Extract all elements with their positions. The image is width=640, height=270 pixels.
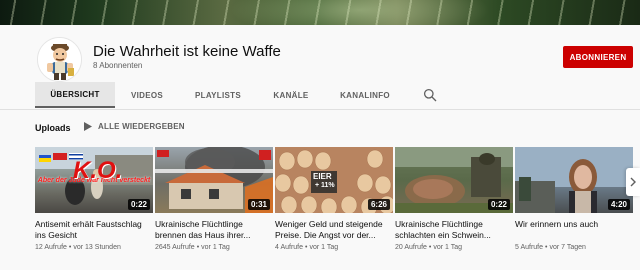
video-title[interactable]: Weniger Geld und steigende Preise. Die A… xyxy=(275,219,393,241)
thumbnail-price-label: + 11% xyxy=(315,182,335,189)
video-title[interactable]: Wir erinnern uns auch xyxy=(515,219,633,241)
video-duration: 0:22 xyxy=(487,199,510,210)
play-all-label: ALLE WIEDERGEBEN xyxy=(98,122,185,131)
video-duration: 0:22 xyxy=(127,199,150,210)
video-duration: 6:26 xyxy=(367,199,390,210)
search-icon[interactable] xyxy=(423,88,437,102)
video-thumbnail[interactable]: EIER + 11% 6:26 xyxy=(275,147,393,213)
upload-age: vor 1 Tag xyxy=(201,244,230,251)
video-thumbnail[interactable]: 0:22 xyxy=(395,147,513,213)
uploads-section: Uploads ALLE WIEDERGEBEN Aber der Jude w… xyxy=(0,110,640,270)
video-meta: 2645 Aufrufe • vor 1 Tag xyxy=(155,244,230,251)
tab-playlists[interactable]: PLAYLISTS xyxy=(184,82,252,108)
chevron-right-icon xyxy=(630,177,636,187)
video-title[interactable]: Ukrainische Flüchtlinge brennen das Haus… xyxy=(155,219,273,241)
channel-avatar[interactable] xyxy=(37,37,82,82)
video-card[interactable]: EIER + 11% 6:26 Weniger Geld und steigen… xyxy=(275,147,393,251)
thumbnail-eggs-label: EIER xyxy=(313,172,332,181)
video-meta: 12 Aufrufe • vor 13 Stunden xyxy=(35,244,121,251)
channel-banner xyxy=(0,0,640,25)
uploads-heading[interactable]: Uploads xyxy=(35,123,71,133)
upload-age: vor 1 Tag xyxy=(433,244,463,251)
thumbnail-ko-text: K.O. xyxy=(73,157,123,184)
channel-tabs: ÜBERSICHT VIDEOS PLAYLISTS KANÄLE KANALI… xyxy=(0,82,640,108)
view-count: 20 Aufrufe xyxy=(395,244,427,251)
play-all-button[interactable]: ALLE WIEDERGEBEN xyxy=(84,122,185,131)
play-icon xyxy=(84,122,92,131)
video-title[interactable]: Ukrainische Flüchtlinge schlachten ein S… xyxy=(395,219,513,241)
tab-uebersicht[interactable]: ÜBERSICHT xyxy=(35,82,115,108)
video-card[interactable]: 0:31 Ukrainische Flüchtlinge brennen das… xyxy=(155,147,273,251)
subscribe-button[interactable]: ABONNIEREN xyxy=(563,46,633,68)
tab-videos[interactable]: VIDEOS xyxy=(121,82,173,108)
upload-age: vor 7 Tagen xyxy=(549,244,586,251)
upload-age: vor 1 Tag xyxy=(309,244,339,251)
video-duration: 0:31 xyxy=(247,199,270,210)
view-count: 5 Aufrufe xyxy=(515,244,544,251)
video-meta: 5 Aufrufe • vor 7 Tagen xyxy=(515,244,586,251)
video-duration: 4:20 xyxy=(607,199,630,210)
shelf-next-button[interactable] xyxy=(626,168,640,196)
cartoon-character-icon xyxy=(38,38,81,81)
upload-age: vor 13 Stunden xyxy=(73,244,121,251)
video-meta: 4 Aufrufe • vor 1 Tag xyxy=(275,244,339,251)
channel-name: Die Wahrheit ist keine Waffe xyxy=(93,43,281,60)
tab-kanalinfo[interactable]: KANALINFO xyxy=(331,82,399,108)
view-count: 4 Aufrufe xyxy=(275,244,304,251)
video-thumbnail[interactable]: 4:20 xyxy=(515,147,633,213)
video-meta: 20 Aufrufe • vor 1 Tag xyxy=(395,244,463,251)
view-count: 12 Aufrufe xyxy=(35,244,67,251)
video-card[interactable]: 0:22 Ukrainische Flüchtlinge schlachten … xyxy=(395,147,513,251)
video-card[interactable]: Aber der Jude war nicht versteckt K.O. 0… xyxy=(35,147,153,251)
subscriber-count: 8 Abonnenten xyxy=(93,61,143,70)
video-title[interactable]: Antisemit erhält Faustschlag ins Gesicht xyxy=(35,219,153,241)
video-thumbnail[interactable]: Aber der Jude war nicht versteckt K.O. 0… xyxy=(35,147,153,213)
video-card[interactable]: 4:20 Wir erinnern uns auch 5 Aufrufe • vor… xyxy=(515,147,633,251)
video-thumbnail[interactable]: 0:31 xyxy=(155,147,273,213)
tab-kanaele[interactable]: KANÄLE xyxy=(264,82,318,108)
view-count: 2645 Aufrufe xyxy=(155,244,195,251)
